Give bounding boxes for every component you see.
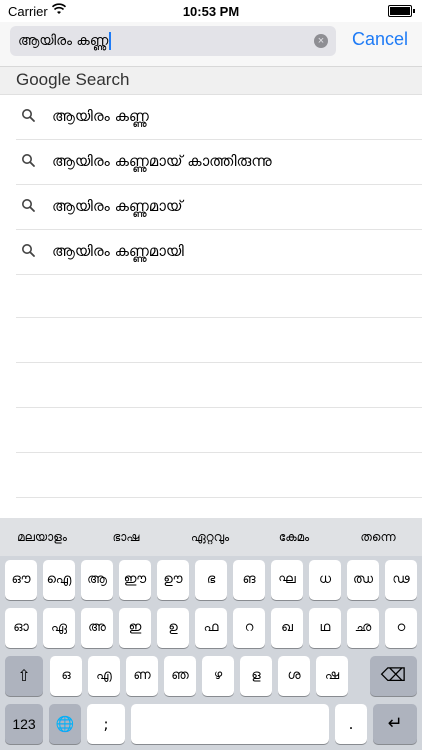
key[interactable]: ങ [233,560,265,600]
globe-key[interactable]: 🌐 [49,704,81,744]
key[interactable]: റ [233,608,265,648]
key[interactable]: ആ [81,560,113,600]
suggestion-row[interactable]: ആയിരം കണ്ണുമായ് [16,185,422,230]
search-query-text: ആയിരം കണ്ണു [18,32,112,50]
empty-list-area [0,273,422,498]
search-bar: ആയിരം കണ്ണു × Cancel [0,22,422,67]
key[interactable]: എ [88,656,120,696]
suggestion-text: ആയിരം കണ്ണു [52,107,149,125]
suggestion-text: ആയിരം കണ്ണുമായി [52,242,184,260]
section-header: Google Search [0,67,422,95]
key[interactable]: ശ [278,656,310,696]
key[interactable]: ഥ [309,608,341,648]
space-key[interactable] [131,704,329,744]
status-time: 10:53 PM [182,4,240,19]
key[interactable]: ഭ [195,560,227,600]
key[interactable]: ഇ [119,608,151,648]
empty-row [16,363,422,408]
keyboard: മലയാളം ഭാഷ ഏറ്റവും കേമം തന്നെ ഔ ഐ ആ ഈ ഊ … [0,518,422,750]
key[interactable]: ഷ [316,656,348,696]
return-key[interactable]: ↵ [373,704,417,744]
semicolon-key[interactable]: ; [87,704,125,744]
suggestion-row[interactable]: ആയിരം കണ്ണു [16,95,422,140]
key[interactable]: ഘ [271,560,303,600]
prediction-item[interactable]: തന്നെ [336,530,420,545]
key[interactable]: ഔ [5,560,37,600]
section-header-title: Google Search [16,70,130,89]
period-key[interactable]: . [335,704,367,744]
backspace-key[interactable]: ⌫ [370,656,417,696]
cancel-button[interactable]: Cancel [352,29,408,50]
suggestion-row[interactable]: ആയിരം കണ്ണുമായ് കാത്തിരുന്നു [16,140,422,185]
empty-row [16,318,422,363]
search-icon [21,108,37,124]
numbers-key[interactable]: 123 [5,704,43,744]
key[interactable]: ഴ [202,656,234,696]
suggestion-row[interactable]: ആയിരം കണ്ണുമായി [16,230,422,275]
empty-row [16,273,422,318]
key[interactable]: ഏ [43,608,75,648]
key[interactable]: ഐ [43,560,75,600]
text-caret [109,32,112,50]
prediction-item[interactable]: കേമം [252,530,336,545]
key[interactable]: ഉ [157,608,189,648]
prediction-item[interactable]: മലയാളം [0,530,84,545]
key[interactable]: ഞ [164,656,196,696]
key[interactable]: ഫ [195,608,227,648]
key[interactable]: ഓ [5,608,37,648]
search-icon [21,243,37,259]
search-icon [21,153,37,169]
key[interactable]: ഛ [347,608,379,648]
key[interactable]: അ [81,608,113,648]
key[interactable]: ണ [126,656,158,696]
key[interactable]: ഖ [271,608,303,648]
prediction-item[interactable]: ഏറ്റവും [168,530,252,545]
battery-icon [388,5,415,17]
clear-text-icon[interactable]: × [314,34,328,48]
key[interactable]: ഢ [385,560,417,600]
shift-key[interactable]: ⇧ [5,656,43,696]
empty-row [16,408,422,453]
suggestion-text: ആയിരം കണ്ണുമായ് കാത്തിരുന്നു [52,152,272,170]
search-icon [21,198,37,214]
key[interactable]: ഝ [347,560,379,600]
search-input[interactable]: ആയിരം കണ്ണു × [10,26,336,56]
suggestion-text: ആയിരം കണ്ണുമായ് [52,197,183,215]
key[interactable]: ഊ [157,560,189,600]
key[interactable]: ഒ [50,656,82,696]
key[interactable]: ധ [309,560,341,600]
predictive-bar: മലയാളം ഭാഷ ഏറ്റവും കേമം തന്നെ [0,518,422,556]
suggestion-list: ആയിരം കണ്ണു ആയിരം കണ്ണുമായ് കാത്തിരുന്നു… [0,95,422,275]
prediction-item[interactable]: ഭാഷ [84,530,168,545]
status-bar: Carrier 10:53 PM [0,0,422,22]
key[interactable]: ള [240,656,272,696]
key[interactable]: ഠ [385,608,417,648]
empty-row [16,453,422,498]
key[interactable]: ഈ [119,560,151,600]
